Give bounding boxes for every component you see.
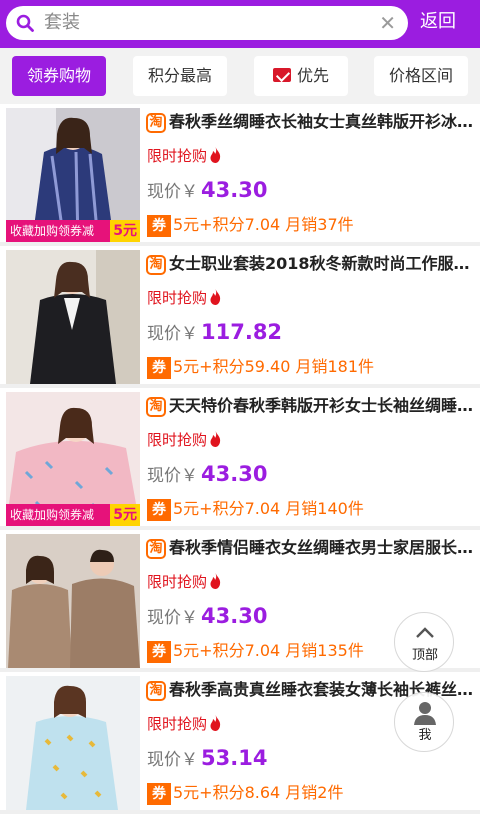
filter-label: 领券购物 bbox=[26, 66, 91, 85]
coupon-row: 券 5元+积分7.04 月销135件 bbox=[147, 640, 364, 663]
flash-text: 限时抢购 bbox=[147, 431, 208, 449]
me-label: 我 bbox=[418, 728, 432, 743]
taobao-icon: 淘 bbox=[146, 255, 166, 275]
fire-icon bbox=[210, 289, 221, 305]
list-item[interactable]: 收藏加购领券减 5元 淘春秋季丝绸睡衣长袖女士真丝韩版开衫冰丝家居服套装 限时抢购… bbox=[0, 104, 480, 242]
search-box[interactable]: 套装 ✕ bbox=[6, 6, 408, 40]
list-item[interactable]: 收藏加购领券减 5元 淘天天特价春秋季韩版开衫女士长袖丝绸睡衣套装 限时抢购 现价… bbox=[0, 388, 480, 526]
title-text: 春秋季丝绸睡衣长袖女士真丝韩版开衫冰丝家居服套装 bbox=[169, 112, 474, 131]
price-row: 现价￥ 43.30 bbox=[147, 602, 267, 632]
price-prefix: 现价￥ bbox=[147, 750, 198, 770]
coupon-meta: 5元+积分7.04 月销37件 bbox=[173, 215, 354, 234]
coupon-badge: 券 bbox=[147, 783, 171, 805]
flash-sale-label: 限时抢购 bbox=[147, 288, 221, 308]
fire-icon bbox=[210, 147, 221, 163]
product-image[interactable] bbox=[6, 534, 140, 668]
back-to-top-button[interactable]: 顶部 bbox=[394, 612, 454, 672]
filter-label: 价格区间 bbox=[388, 66, 453, 85]
promo-banner: 收藏加购领券减 5元 bbox=[6, 504, 140, 526]
promo-text: 收藏加购领券减 bbox=[10, 508, 95, 522]
product-image[interactable]: 收藏加购领券减 5元 bbox=[6, 108, 140, 242]
product-title[interactable]: 淘春秋季情侣睡衣女丝绸睡衣男士家居服长袖套装 bbox=[146, 536, 474, 560]
flash-text: 限时抢购 bbox=[147, 289, 208, 307]
price-row: 现价￥ 43.30 bbox=[147, 176, 267, 206]
coupon-meta: 5元+积分7.04 月销135件 bbox=[173, 641, 364, 660]
flash-sale-label: 限时抢购 bbox=[147, 572, 221, 592]
price-row: 现价￥ 43.30 bbox=[147, 460, 267, 490]
taobao-icon: 淘 bbox=[146, 681, 166, 701]
person-icon bbox=[414, 702, 436, 725]
product-title[interactable]: 淘春秋季丝绸睡衣长袖女士真丝韩版开衫冰丝家居服套装 bbox=[146, 110, 474, 134]
price-prefix: 现价￥ bbox=[147, 608, 198, 628]
product-title[interactable]: 淘天天特价春秋季韩版开衫女士长袖丝绸睡衣套装 bbox=[146, 394, 474, 418]
coupon-meta: 5元+积分7.04 月销140件 bbox=[173, 499, 364, 518]
me-button[interactable]: 我 bbox=[394, 692, 454, 752]
filter-tmall-first[interactable]: 优先 bbox=[254, 56, 348, 96]
promo-text: 收藏加购领券减 bbox=[10, 224, 95, 238]
fire-icon bbox=[210, 573, 221, 589]
price-value: 43.30 bbox=[201, 604, 268, 628]
coupon-badge: 券 bbox=[147, 499, 171, 521]
back-to-top-label: 顶部 bbox=[411, 648, 438, 663]
coupon-meta: 5元+积分59.40 月销181件 bbox=[173, 357, 375, 376]
flash-sale-label: 限时抢购 bbox=[147, 146, 221, 166]
filter-label: 积分最高 bbox=[147, 66, 212, 85]
coupon-row: 券 5元+积分8.64 月销2件 bbox=[147, 782, 343, 805]
coupon-badge: 券 bbox=[147, 357, 171, 379]
price-prefix: 现价￥ bbox=[147, 182, 198, 202]
search-input[interactable]: 套装 bbox=[44, 11, 80, 35]
promo-amount: 5元 bbox=[110, 220, 140, 242]
fire-icon bbox=[210, 431, 221, 447]
price-value: 117.82 bbox=[201, 320, 283, 344]
taobao-icon: 淘 bbox=[146, 113, 166, 133]
title-text: 女士职业套装2018秋冬新款时尚工作服女装西装 bbox=[169, 254, 474, 273]
flash-text: 限时抢购 bbox=[147, 573, 208, 591]
product-title[interactable]: 淘女士职业套装2018秋冬新款时尚工作服女装西装 bbox=[146, 252, 474, 276]
price-prefix: 现价￥ bbox=[147, 324, 198, 344]
filter-bar: 领券购物 积分最高 优先 价格区间 bbox=[0, 48, 480, 104]
product-image[interactable] bbox=[6, 250, 140, 384]
chevron-up-icon bbox=[416, 627, 434, 638]
promo-banner: 收藏加购领券减 5元 bbox=[6, 220, 140, 242]
flash-text: 限时抢购 bbox=[147, 715, 208, 733]
tmall-icon bbox=[272, 68, 291, 82]
search-icon bbox=[16, 14, 34, 32]
product-image[interactable]: 收藏加购领券减 5元 bbox=[6, 392, 140, 526]
filter-label: 优先 bbox=[296, 66, 329, 85]
filter-price-range[interactable]: 价格区间 bbox=[374, 56, 468, 96]
flash-sale-label: 限时抢购 bbox=[147, 430, 221, 450]
filter-coupon-shopping[interactable]: 领券购物 bbox=[12, 56, 106, 96]
price-row: 现价￥ 117.82 bbox=[147, 318, 282, 348]
coupon-meta: 5元+积分8.64 月销2件 bbox=[173, 783, 344, 802]
price-value: 53.14 bbox=[201, 746, 268, 770]
title-text: 春秋季情侣睡衣女丝绸睡衣男士家居服长袖套装 bbox=[169, 538, 474, 557]
price-value: 43.30 bbox=[201, 178, 268, 202]
taobao-icon: 淘 bbox=[146, 539, 166, 559]
product-image[interactable] bbox=[6, 676, 140, 810]
promo-amount: 5元 bbox=[110, 504, 140, 526]
coupon-badge: 券 bbox=[147, 641, 171, 663]
coupon-row: 券 5元+积分59.40 月销181件 bbox=[147, 356, 374, 379]
taobao-icon: 淘 bbox=[146, 397, 166, 417]
flash-sale-label: 限时抢购 bbox=[147, 714, 221, 734]
fire-icon bbox=[210, 715, 221, 731]
price-row: 现价￥ 53.14 bbox=[147, 744, 267, 774]
price-prefix: 现价￥ bbox=[147, 466, 198, 486]
list-item[interactable]: 淘女士职业套装2018秋冬新款时尚工作服女装西装 限时抢购 现价￥117.82 … bbox=[0, 246, 480, 384]
clear-icon[interactable]: ✕ bbox=[379, 13, 396, 33]
flash-text: 限时抢购 bbox=[147, 147, 208, 165]
coupon-row: 券 5元+积分7.04 月销37件 bbox=[147, 214, 354, 237]
top-bar: 套装 ✕ 返回 bbox=[0, 0, 480, 48]
list-item bbox=[0, 814, 480, 822]
title-text: 天天特价春秋季韩版开衫女士长袖丝绸睡衣套装 bbox=[169, 396, 474, 415]
back-button[interactable]: 返回 bbox=[420, 10, 456, 34]
filter-points-highest[interactable]: 积分最高 bbox=[133, 56, 227, 96]
coupon-row: 券 5元+积分7.04 月销140件 bbox=[147, 498, 364, 521]
coupon-badge: 券 bbox=[147, 215, 171, 237]
price-value: 43.30 bbox=[201, 462, 268, 486]
